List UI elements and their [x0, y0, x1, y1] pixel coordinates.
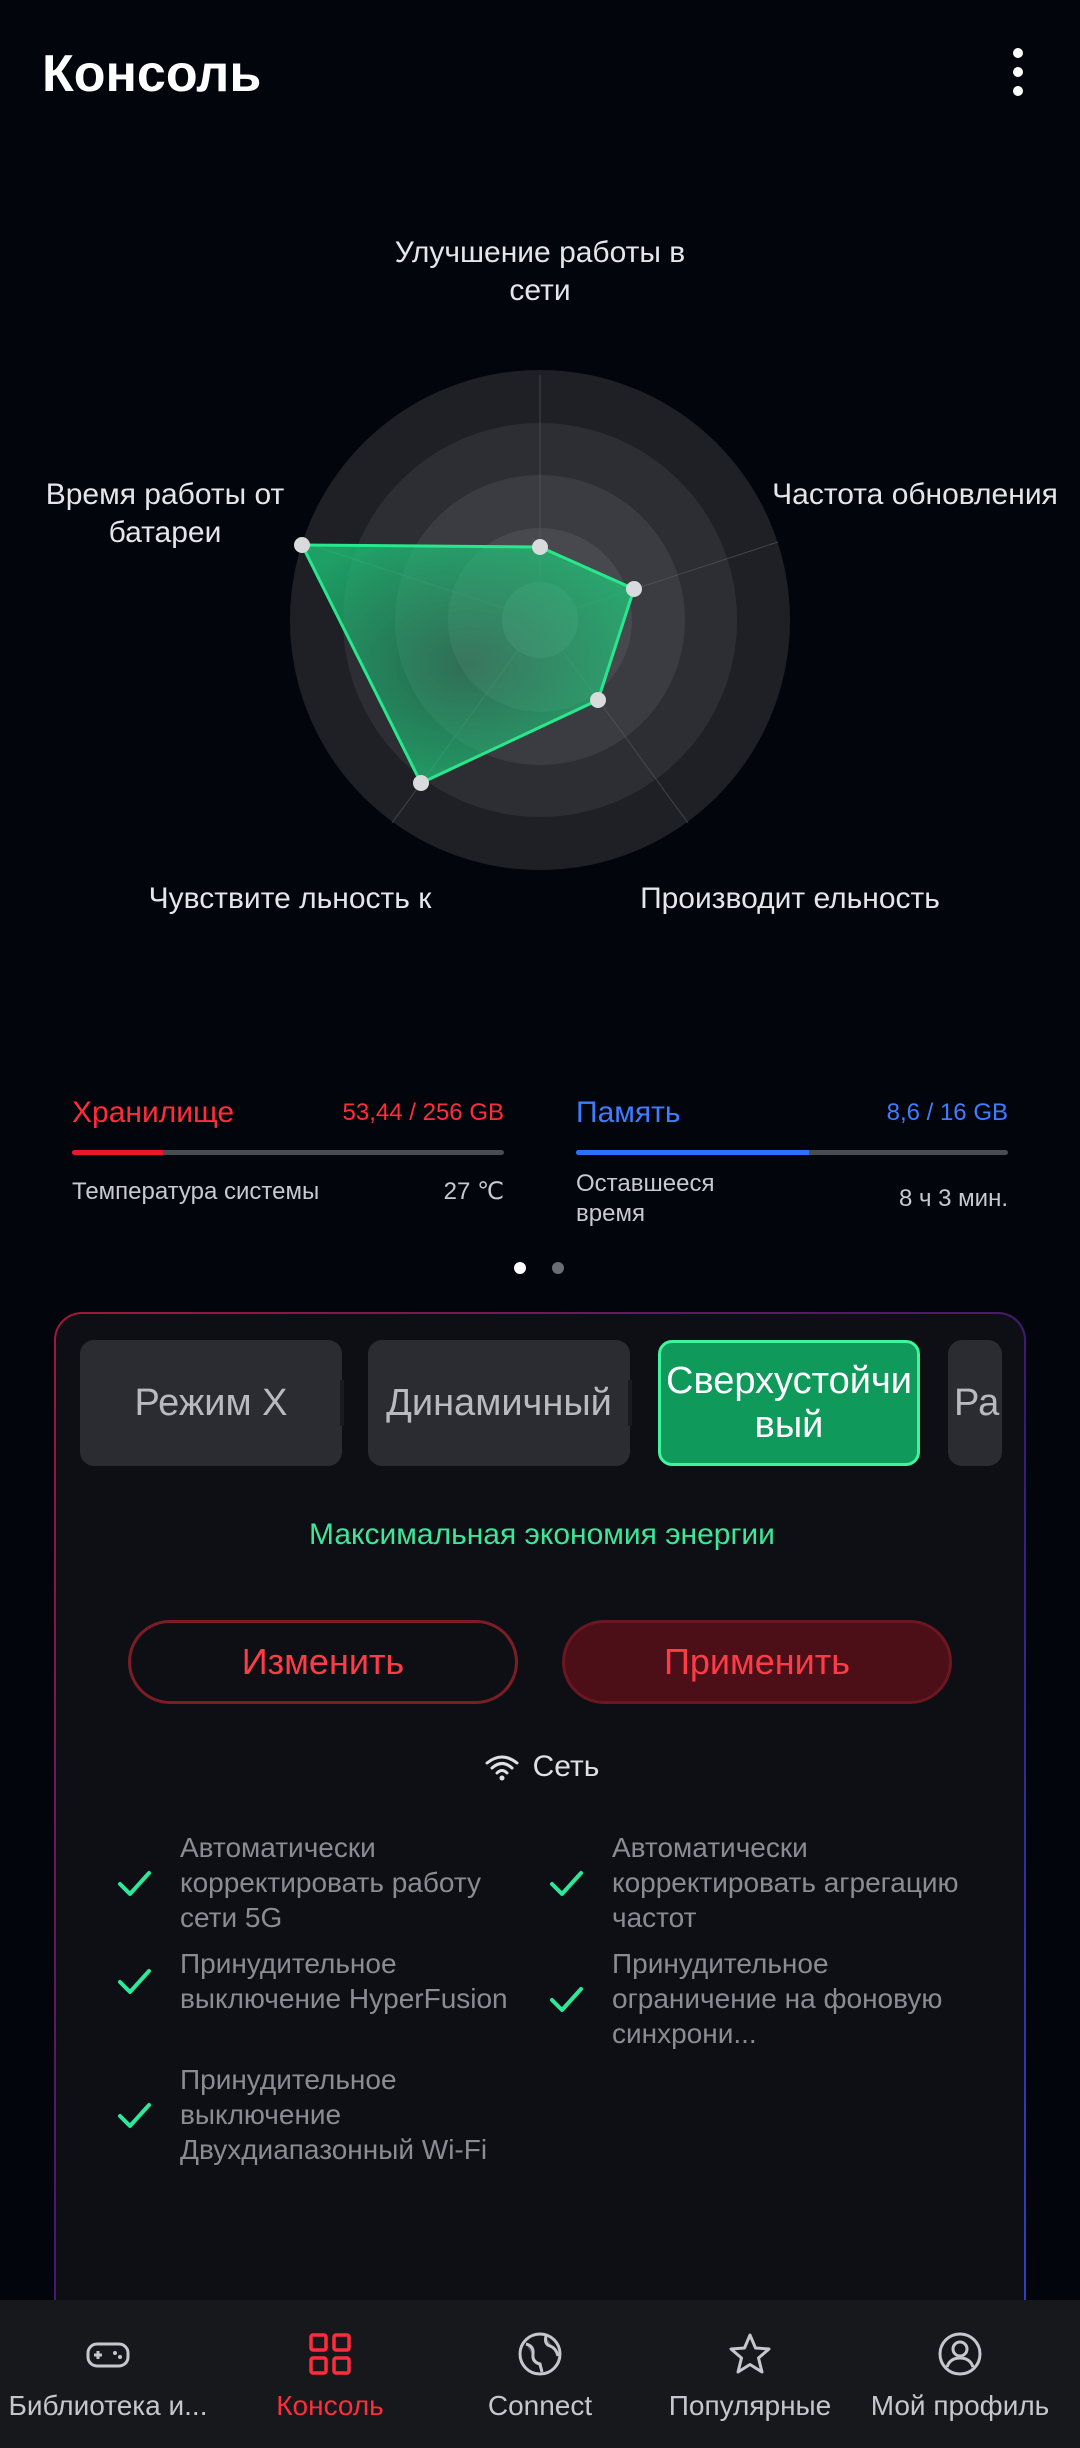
network-section-header: Сеть	[56, 1750, 1024, 1784]
mode-ultra-durable-card[interactable]: Сверхустойчивый	[658, 1340, 920, 1466]
storage-title: Хранилище	[72, 1096, 234, 1129]
mode-x-card[interactable]: Режим X	[80, 1340, 344, 1466]
radar-label-performance: Производит ельность	[640, 882, 940, 915]
console-grid-icon	[309, 2333, 351, 2375]
change-button[interactable]: Изменить	[128, 1620, 518, 1704]
performance-radar: Улучшение работы в сети Частота обновлен…	[0, 170, 1080, 1020]
radar-point-network	[532, 539, 548, 555]
check-icon	[550, 1870, 583, 1896]
radar-label-sensitivity: Чувствите льность к	[148, 882, 432, 915]
feature-item: Автоматически корректировать агрегацию ч…	[546, 1830, 992, 1935]
memory-bar	[576, 1150, 1008, 1155]
nav-connect[interactable]: Connect	[432, 2300, 648, 2448]
remaining-time-value: 8 ч 3 мин.	[898, 1185, 1008, 1212]
wifi-icon	[485, 1755, 519, 1781]
star-icon	[729, 2333, 771, 2374]
radar-point-refresh-rate	[626, 581, 642, 597]
apply-button-label: Применить	[663, 1641, 850, 1682]
globe-icon	[518, 2332, 562, 2376]
bottom-navigation: Библиотека и... Консоль Connect Популярн…	[0, 2300, 1080, 2448]
network-title: Сеть	[532, 1750, 600, 1783]
pager-dot-2[interactable]	[552, 1262, 564, 1274]
storage-value: 53,44 / 256 GB	[342, 1099, 504, 1126]
storage-stat: Хранилище 53,44 / 256 GB Температура сис…	[72, 1096, 504, 1207]
mode-description: Максимальная экономия энергии	[309, 1518, 775, 1551]
mode-dynamic-label: Динамичный	[386, 1382, 612, 1424]
mode-partial-label: Ра	[954, 1382, 1000, 1424]
nav-profile[interactable]: Мой профиль	[852, 2300, 1068, 2448]
memory-value: 8,6 / 16 GB	[886, 1099, 1008, 1126]
memory-stat: Память 8,6 / 16 GB Оставшееся время 8 ч …	[576, 1096, 1008, 1229]
feature-text: Автоматически корректировать работу сети…	[180, 1832, 482, 1933]
memory-title: Память	[576, 1096, 681, 1129]
check-icon	[118, 1870, 151, 1896]
storage-bar-fill	[72, 1150, 163, 1155]
feature-item: Принудительное ограничение на фоновую си…	[546, 1946, 992, 2051]
page-title: Консоль	[42, 45, 262, 103]
feature-item: Принудительное выключение Двухдиапазонны…	[114, 2062, 520, 2167]
mode-partial-card[interactable]: Ра	[948, 1340, 1002, 1466]
nav-library[interactable]: Библиотека и...	[0, 2300, 216, 2448]
temperature-label: Температура системы	[72, 1178, 320, 1205]
feature-text: Принудительное выключение HyperFusion	[180, 1948, 508, 2014]
nav-console[interactable]: Консоль	[222, 2300, 438, 2448]
check-icon	[550, 1986, 583, 2012]
profile-icon	[938, 2332, 982, 2376]
mode-ultra-durable-label: Сверхустойчивый	[666, 1360, 912, 1446]
nav-popular-label: Популярные	[668, 2390, 832, 2421]
feature-item: Принудительное выключение HyperFusion	[114, 1946, 520, 2016]
feature-text: Автоматически корректировать агрегацию ч…	[612, 1832, 959, 1933]
mode-dynamic-card[interactable]: Динамичный	[368, 1340, 632, 1466]
pager-dots[interactable]	[514, 1262, 564, 1274]
feature-item: Автоматически корректировать работу сети…	[114, 1830, 520, 1935]
apply-button[interactable]: Применить	[562, 1620, 952, 1704]
mode-x-label: Режим X	[134, 1382, 288, 1424]
feature-text: Принудительное выключение Двухдиапазонны…	[180, 2064, 488, 2165]
nav-connect-label: Connect	[487, 2390, 593, 2421]
mode-panel: Режим X Динамичный Сверхустойчивый Ра Ма…	[54, 1312, 1026, 2448]
temperature-value: 27 ℃	[443, 1178, 504, 1205]
nav-console-label: Консоль	[276, 2390, 384, 2421]
radar-label-refresh-rate: Частота обновления	[772, 478, 1058, 511]
check-icon	[118, 2102, 151, 2128]
check-icon	[118, 1969, 151, 1994]
more-options-icon[interactable]	[990, 40, 1046, 104]
nav-popular[interactable]: Популярные	[642, 2300, 858, 2448]
radar-point-performance	[590, 692, 606, 708]
radar-point-sensitivity	[413, 775, 429, 791]
pager-dot-1[interactable]	[514, 1262, 526, 1274]
nav-library-label: Библиотека и...	[8, 2390, 208, 2421]
remaining-time-label: Оставшееся время	[576, 1170, 715, 1227]
gamepad-icon	[86, 2342, 130, 2368]
change-button-label: Изменить	[241, 1641, 405, 1682]
nav-profile-label: Мой профиль	[870, 2390, 1050, 2421]
radar-label-battery: Время работы от батареи	[45, 478, 285, 549]
feature-text: Принудительное ограничение на фоновую си…	[612, 1948, 943, 2049]
app-header: Консоль	[0, 0, 1080, 150]
memory-bar-fill	[576, 1150, 810, 1155]
storage-bar	[72, 1150, 504, 1155]
radar-label-network: Улучшение работы в сети	[394, 236, 686, 307]
